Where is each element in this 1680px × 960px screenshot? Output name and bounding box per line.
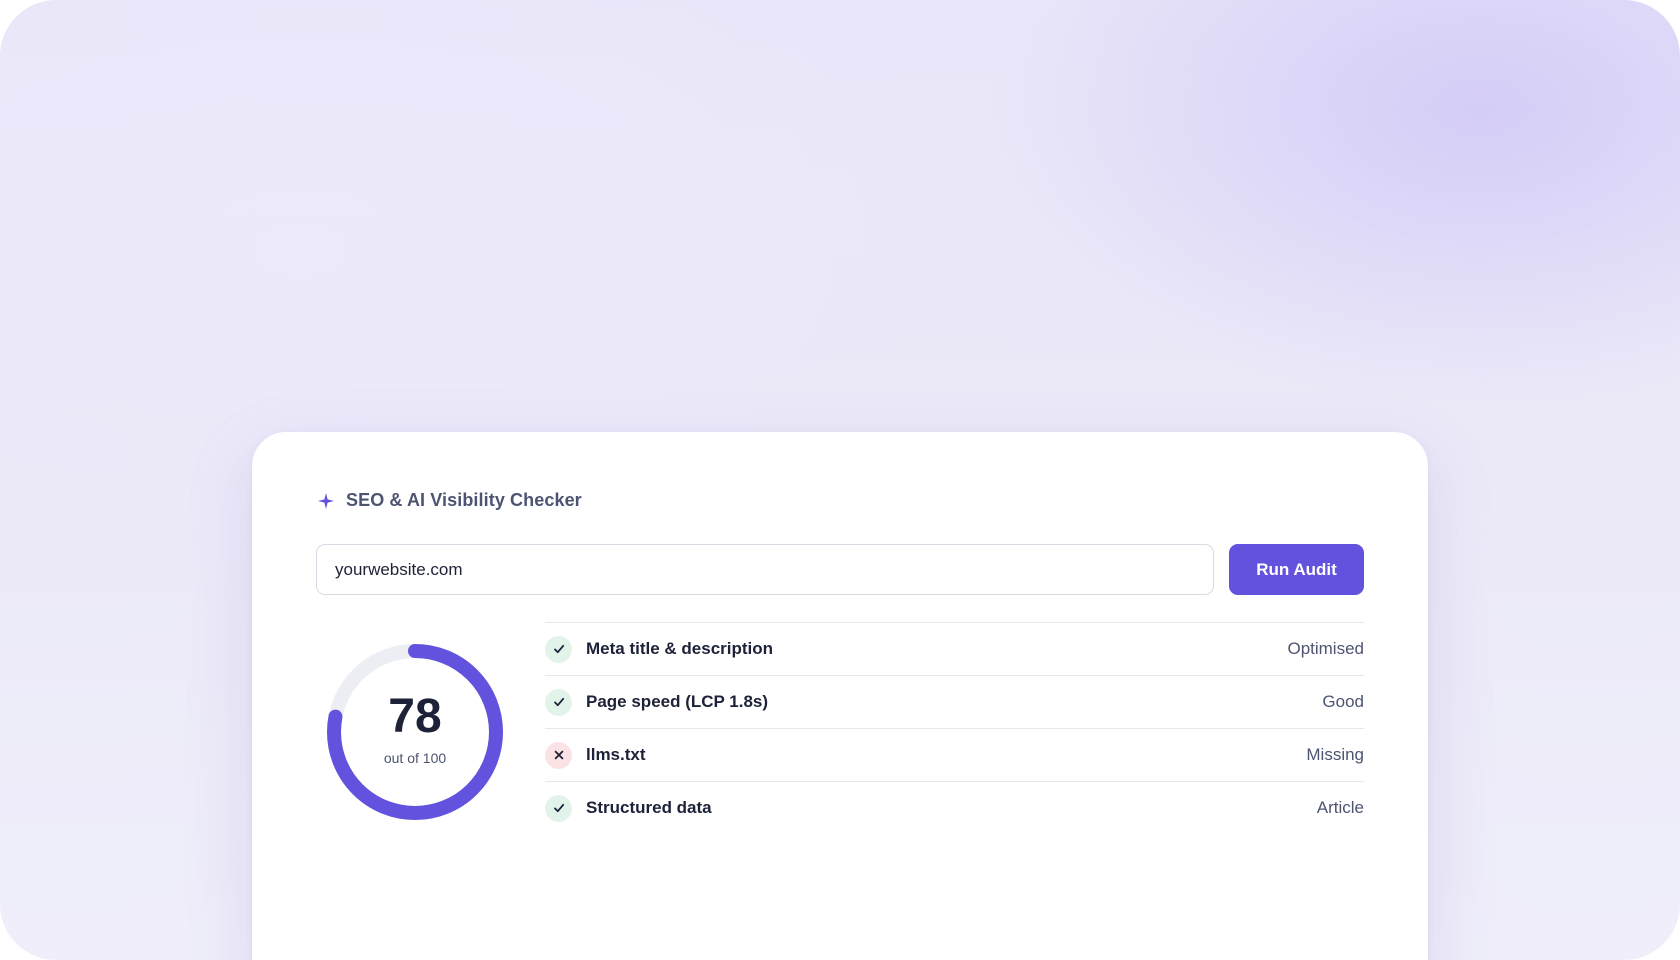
check-row-meta: Meta title & description Optimised — [545, 623, 1364, 676]
check-label: Structured data — [586, 798, 712, 817]
score-caption: out of 100 — [383, 750, 447, 766]
check-row-llms-txt: llms.txt Missing — [545, 729, 1364, 782]
check-row-structured-data: Structured data Article — [545, 782, 1364, 834]
cross-icon — [554, 750, 563, 760]
check-icon — [553, 803, 564, 813]
check-label: Page speed (LCP 1.8s) — [586, 692, 769, 711]
status-badge — [545, 794, 572, 822]
check-label: Meta title & description — [586, 639, 774, 658]
check-icon — [553, 697, 564, 707]
score-value: 78 — [388, 690, 442, 743]
status-badge — [545, 635, 572, 663]
check-status: Missing — [1306, 745, 1364, 764]
card-header: SEO & AI Visibility Checker — [318, 490, 582, 511]
url-input[interactable] — [316, 544, 1214, 595]
status-badge — [545, 688, 572, 716]
page-background: SEO & AI Visibility Checker Run Audit 78… — [0, 0, 1680, 960]
run-audit-button[interactable]: Run Audit — [1229, 544, 1364, 595]
check-status: Good — [1322, 692, 1364, 711]
card-title: SEO & AI Visibility Checker — [346, 490, 582, 510]
checks-list: Meta title & description Optimised Page … — [545, 622, 1364, 834]
sparkle-icon — [318, 492, 334, 509]
check-icon — [553, 644, 564, 654]
score-gauge: 78 out of 100 — [322, 639, 508, 825]
check-status: Optimised — [1287, 639, 1364, 658]
seo-checker-card: SEO & AI Visibility Checker Run Audit 78… — [252, 432, 1428, 960]
check-status: Article — [1316, 798, 1364, 817]
check-row-page-speed: Page speed (LCP 1.8s) Good — [545, 676, 1364, 729]
check-label: llms.txt — [586, 745, 646, 764]
status-badge — [545, 741, 572, 769]
